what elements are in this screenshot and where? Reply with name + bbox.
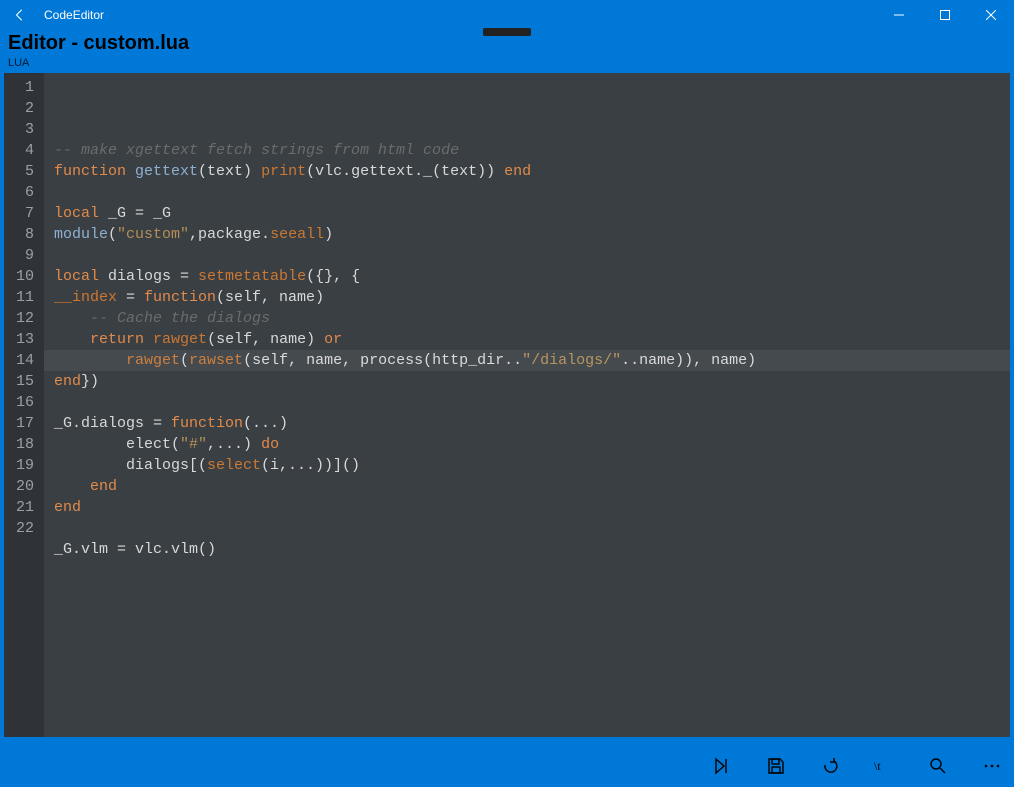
language-label: LUA (8, 57, 1006, 69)
code-line[interactable]: function gettext(text) print(vlc.gettext… (54, 161, 1010, 182)
line-number: 22 (10, 518, 34, 539)
search-button[interactable] (924, 752, 952, 780)
toolbar: \t (0, 745, 1014, 787)
line-number: 16 (10, 392, 34, 413)
code-area[interactable]: -- make xgettext fetch strings from html… (44, 73, 1010, 737)
code-line[interactable] (54, 581, 1010, 602)
code-line[interactable]: _G.dialogs = function(...) (54, 413, 1010, 434)
line-number: 5 (10, 161, 34, 182)
tab-button[interactable]: \t (870, 752, 898, 780)
code-line[interactable]: end}) (54, 371, 1010, 392)
code-editor[interactable]: 12345678910111213141516171819202122 -- m… (4, 73, 1010, 737)
code-line[interactable]: rawget(rawset(self, name, process(http_d… (54, 350, 1010, 371)
line-number: 7 (10, 203, 34, 224)
line-number: 18 (10, 434, 34, 455)
line-number: 9 (10, 245, 34, 266)
code-line[interactable]: end (54, 476, 1010, 497)
line-number: 15 (10, 371, 34, 392)
line-number: 2 (10, 98, 34, 119)
code-line[interactable]: -- Cache the dialogs (54, 308, 1010, 329)
line-number: 20 (10, 476, 34, 497)
maximize-button[interactable] (922, 0, 968, 30)
line-number: 13 (10, 329, 34, 350)
line-number: 14 (10, 350, 34, 371)
code-line[interactable]: _G.vlm = vlc.vlm() (54, 539, 1010, 560)
title-bar: CodeEditor (0, 0, 1014, 30)
minimize-button[interactable] (876, 0, 922, 30)
save-button[interactable] (762, 752, 790, 780)
svg-text:\t: \t (874, 759, 881, 773)
back-button[interactable] (0, 0, 40, 30)
drag-handle[interactable] (483, 28, 531, 36)
document-header: Editor - custom.lua LUA (0, 30, 1014, 73)
code-line[interactable] (54, 560, 1010, 581)
line-number: 21 (10, 497, 34, 518)
line-number: 17 (10, 413, 34, 434)
code-line[interactable]: end (54, 497, 1010, 518)
code-line[interactable] (54, 518, 1010, 539)
line-number: 11 (10, 287, 34, 308)
line-number: 19 (10, 455, 34, 476)
line-number: 12 (10, 308, 34, 329)
code-line[interactable]: local dialogs = setmetatable({}, { (54, 266, 1010, 287)
code-line[interactable] (54, 245, 1010, 266)
code-line[interactable]: -- make xgettext fetch strings from html… (54, 140, 1010, 161)
undo-button[interactable] (816, 752, 844, 780)
line-number: 1 (10, 77, 34, 98)
line-number: 3 (10, 119, 34, 140)
line-number: 8 (10, 224, 34, 245)
code-line[interactable]: elect("#",...) do (54, 434, 1010, 455)
code-line[interactable]: dialogs[(select(i,...))]() (54, 455, 1010, 476)
app-title: CodeEditor (40, 8, 104, 22)
run-button[interactable] (708, 752, 736, 780)
line-number-gutter: 12345678910111213141516171819202122 (4, 73, 44, 737)
code-line[interactable] (54, 182, 1010, 203)
more-button[interactable] (978, 752, 1006, 780)
line-number: 4 (10, 140, 34, 161)
line-number: 6 (10, 182, 34, 203)
code-line[interactable]: module("custom",package.seeall) (54, 224, 1010, 245)
line-number: 10 (10, 266, 34, 287)
code-line[interactable] (54, 392, 1010, 413)
code-line[interactable]: local _G = _G (54, 203, 1010, 224)
code-line[interactable]: __index = function(self, name) (54, 287, 1010, 308)
close-button[interactable] (968, 0, 1014, 30)
code-line[interactable]: return rawget(self, name) or (54, 329, 1010, 350)
